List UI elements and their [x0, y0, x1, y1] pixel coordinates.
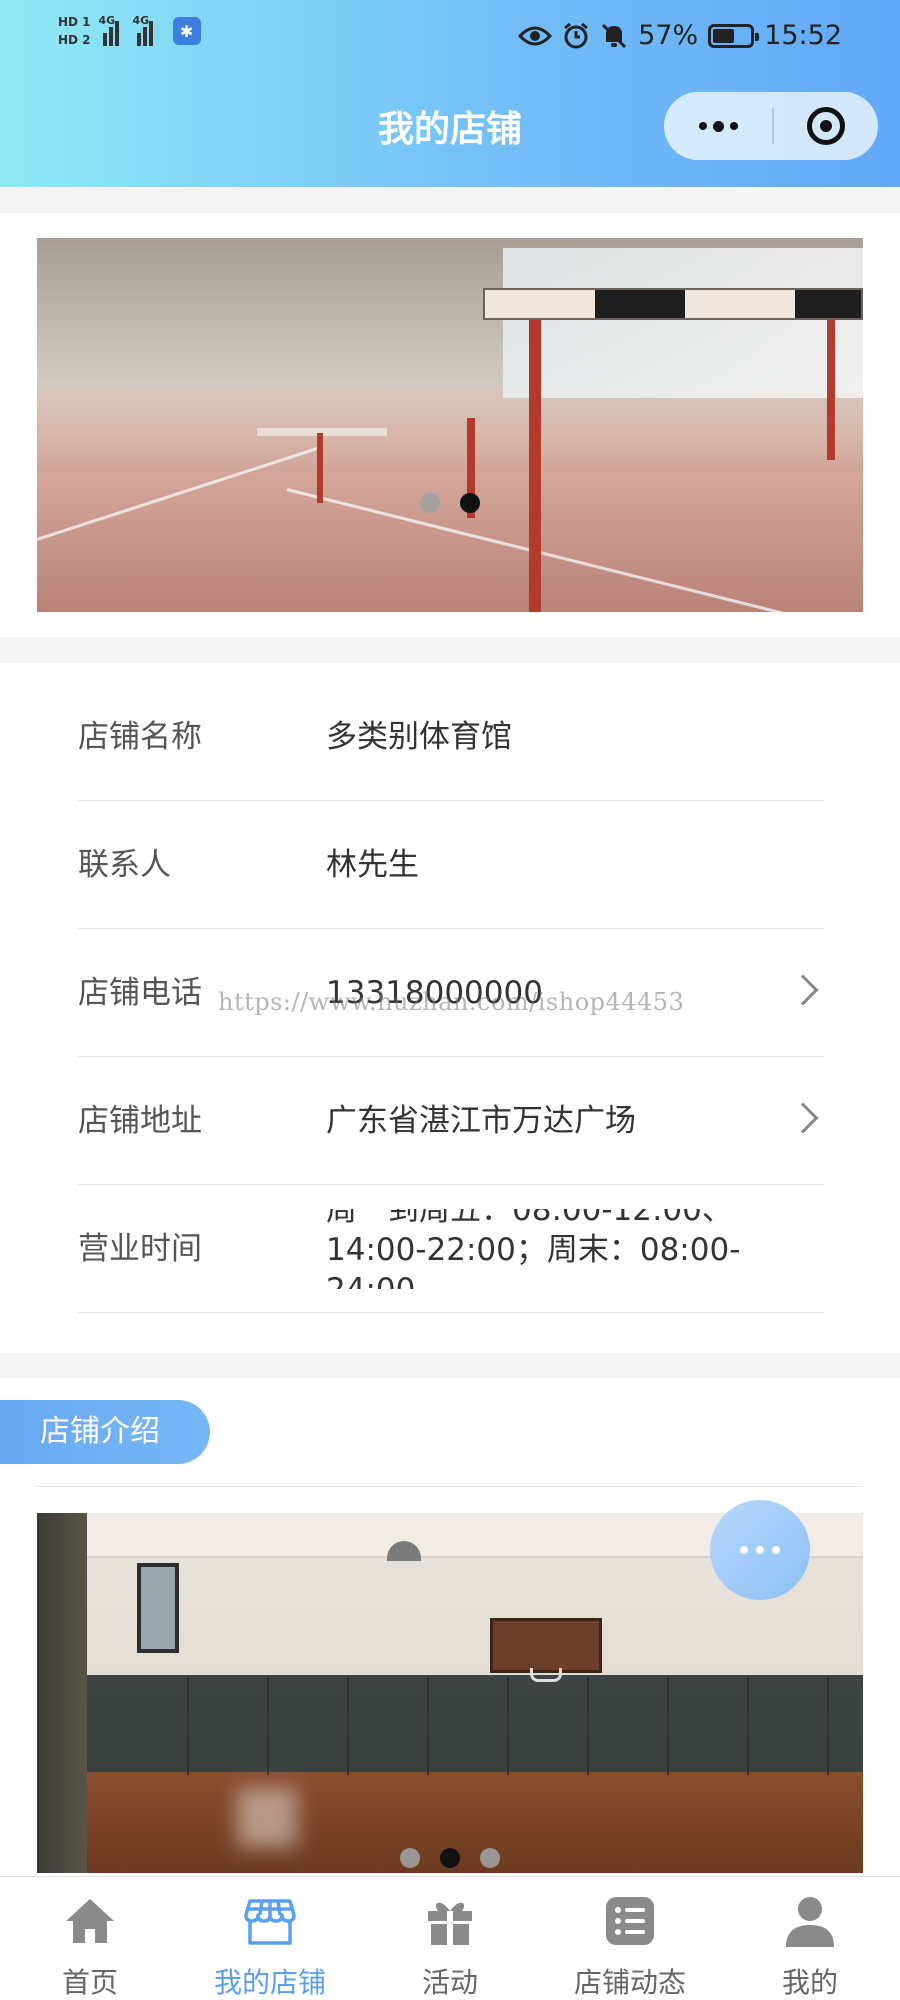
wall-panel-line	[587, 1677, 589, 1775]
gym-photo-hoop	[530, 1668, 562, 1682]
floating-more-button[interactable]	[710, 1500, 810, 1600]
banner-carousel[interactable]	[37, 238, 863, 612]
hd-2-label: HD 2	[58, 33, 91, 47]
banner-photo-windows	[503, 248, 863, 398]
wall-panel-line	[667, 1677, 669, 1775]
network-1-label: 4G	[98, 14, 116, 27]
chevron-right-icon	[787, 974, 819, 1006]
wall-panel-line	[347, 1677, 349, 1775]
fab-dot-icon	[740, 1546, 748, 1554]
tab-home-label: 首页	[61, 1966, 118, 1999]
phone-label: 店铺电话	[78, 975, 202, 1011]
address-label: 店铺地址	[78, 1103, 202, 1139]
battery-percent: 57%	[638, 20, 699, 51]
wall-panel-line	[747, 1677, 749, 1775]
fab-dot-icon	[772, 1546, 780, 1554]
tab-me[interactable]: 我的	[720, 1877, 900, 2000]
store-icon	[244, 1899, 296, 1945]
eye-icon	[518, 26, 553, 45]
intro-dot	[480, 1848, 500, 1868]
wall-panel-line	[187, 1677, 189, 1775]
wall-panel-line	[267, 1677, 269, 1775]
gym-photo-backboard	[490, 1618, 602, 1673]
tab-store-news[interactable]: 店铺动态	[540, 1877, 720, 2000]
bottom-tab-bar: 首页 我的店铺 活动 店铺动态 我的	[0, 1876, 900, 2000]
mute-bell-icon	[602, 23, 627, 48]
wall-panel-line	[427, 1677, 429, 1775]
shop-name-value: 多类别体育馆	[326, 719, 512, 755]
intro-dot	[400, 1848, 420, 1868]
chevron-right-icon	[787, 1102, 819, 1134]
close-mini-program-button[interactable]	[774, 107, 878, 145]
notification-app-icon: ✱	[172, 17, 201, 45]
intro-divider	[37, 1486, 863, 1487]
banner-dot	[420, 493, 440, 513]
clock-time: 15:52	[764, 20, 842, 51]
network-2-label: 4G	[132, 14, 150, 27]
tab-activity[interactable]: 活动	[360, 1877, 540, 2000]
tab-me-label: 我的	[781, 1966, 838, 1999]
contact-row: 联系人 林先生	[78, 801, 824, 929]
more-dot-icon	[712, 120, 724, 132]
banner-indicator	[37, 493, 863, 513]
address-row[interactable]: 店铺地址 广东省湛江市万达广场	[78, 1057, 824, 1185]
more-dot-icon	[729, 122, 738, 130]
status-left: HD 1 HD 2 4G 4G ✱	[58, 14, 201, 48]
hours-row: 营业时间 周一到周五：08:00-12:00、14:00-22:00；周末：08…	[78, 1185, 824, 1313]
floor-reflection	[237, 1788, 297, 1848]
banner-dot-active	[460, 493, 480, 513]
hours-value-scroll[interactable]: 周一到周五：08:00-12:00、14:00-22:00；周末：08:00-2…	[326, 1209, 796, 1289]
hours-label: 营业时间	[78, 1231, 202, 1267]
status-right: 57% 15:52	[518, 20, 842, 51]
alarm-icon	[564, 22, 589, 48]
user-icon	[786, 1897, 834, 1947]
tab-home[interactable]: 首页	[0, 1877, 180, 2000]
shop-intro-tab: 店铺介绍	[0, 1400, 210, 1464]
app-header: HD 1 HD 2 4G 4G ✱ 57% 15:52 我的店铺	[0, 0, 900, 187]
home-icon	[66, 1899, 114, 1943]
tab-store-news-label: 店铺动态	[573, 1966, 686, 1999]
intro-dot-active	[440, 1848, 460, 1868]
banner-card	[0, 213, 900, 637]
watermark-text: https://www.huzhan.com/ishop44453	[218, 988, 685, 1016]
target-icon	[807, 107, 845, 145]
tab-my-store-label: 我的店铺	[213, 1966, 326, 1999]
fab-dot-icon	[756, 1546, 764, 1554]
contact-value: 林先生	[326, 847, 419, 883]
more-dot-icon	[698, 122, 707, 130]
intro-indicator	[37, 1848, 863, 1868]
hurdle-leg	[529, 320, 541, 612]
shop-name-label: 店铺名称	[78, 719, 202, 755]
hd-indicators: HD 1 HD 2	[58, 14, 91, 48]
gift-icon	[428, 1902, 472, 1945]
tab-activity-label: 活动	[421, 1966, 478, 1999]
contact-label: 联系人	[78, 847, 171, 883]
wall-panel-line	[827, 1677, 829, 1775]
tab-my-store[interactable]: 我的店铺	[180, 1877, 360, 2000]
battery-icon	[708, 23, 760, 48]
address-value: 广东省湛江市万达广场	[326, 1103, 636, 1139]
hours-value: 周一到周五：08:00-12:00、14:00-22:00；周末：08:00-2…	[326, 1209, 741, 1289]
mini-program-capsule	[664, 92, 878, 160]
more-menu-button[interactable]	[664, 92, 772, 160]
signal-1-icon: 4G	[98, 14, 125, 46]
hurdle-leg	[827, 320, 835, 460]
signal-2-icon: 4G	[132, 14, 159, 46]
gym-photo-window	[137, 1563, 179, 1653]
hurdle-photo	[483, 288, 863, 320]
gym-photo-side-wall	[37, 1513, 87, 1873]
status-bar: HD 1 HD 2 4G 4G ✱ 57% 15:52	[0, 0, 900, 80]
wall-panel-line	[507, 1677, 509, 1775]
shop-name-row: 店铺名称 多类别体育馆	[78, 673, 824, 801]
list-icon	[606, 1897, 654, 1945]
hd-1-label: HD 1	[58, 15, 91, 29]
